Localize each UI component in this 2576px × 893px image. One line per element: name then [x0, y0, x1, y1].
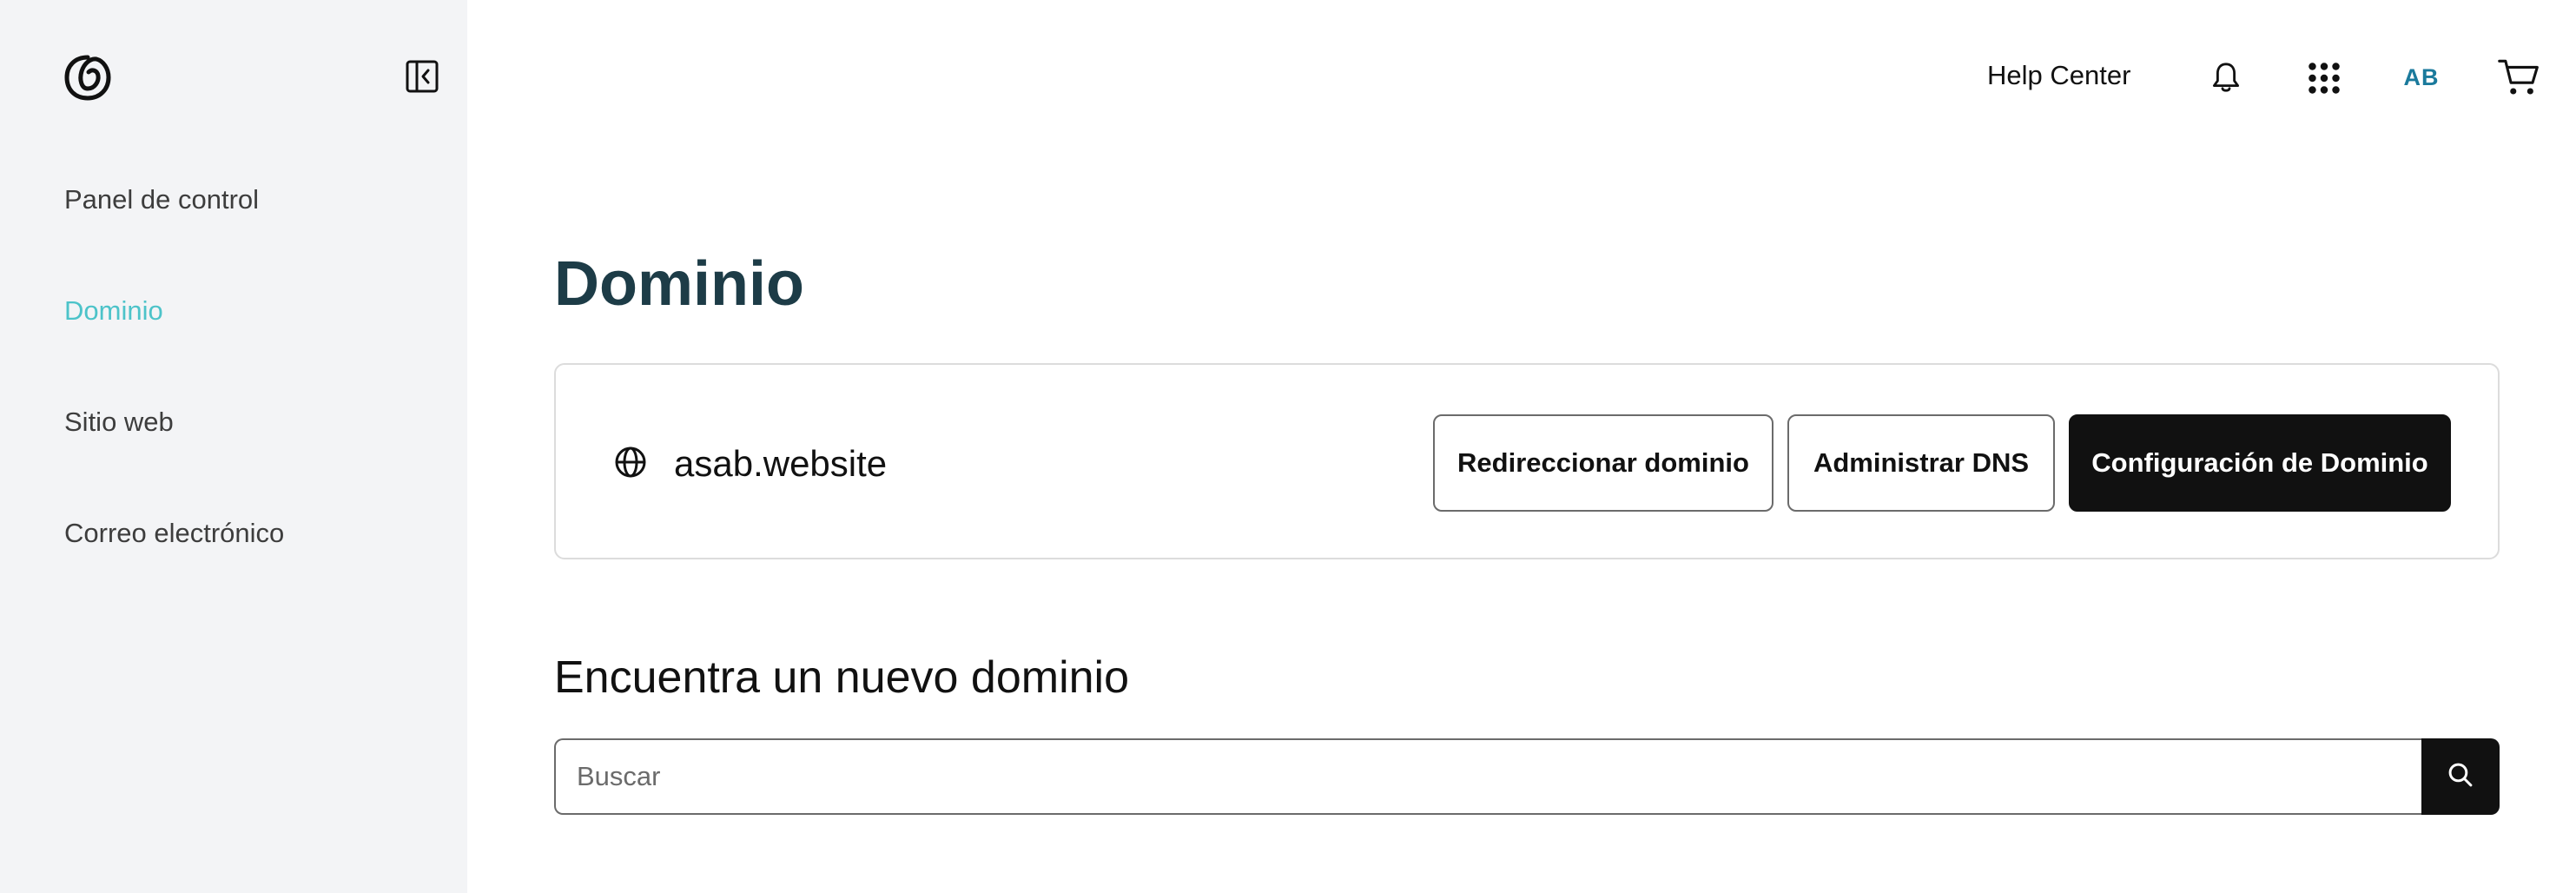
apps-grid-icon[interactable] — [2302, 56, 2347, 101]
find-domain-heading: Encuentra un nuevo dominio — [554, 652, 1130, 703]
godaddy-logo-icon[interactable] — [63, 52, 113, 103]
search-button[interactable] — [2421, 738, 2500, 815]
sidebar-item-correo-electronico[interactable]: Correo electrónico — [64, 516, 284, 551]
sidebar: Panel de control Dominio Sitio web Corre… — [0, 0, 467, 893]
redirect-domain-button[interactable]: Redireccionar dominio — [1433, 414, 1773, 512]
sidebar-item-sitio-web[interactable]: Sitio web — [64, 405, 174, 440]
avatar[interactable]: AB — [2397, 56, 2446, 99]
domain-name: asab.website — [674, 443, 888, 484]
cart-icon[interactable] — [2494, 54, 2543, 101]
collapse-sidebar-icon[interactable] — [405, 59, 439, 94]
sidebar-item-dominio[interactable]: Dominio — [64, 294, 163, 328]
help-center-link[interactable]: Help Center — [1987, 57, 2130, 94]
domain-search — [554, 738, 2500, 815]
manage-dns-button[interactable]: Administrar DNS — [1787, 414, 2055, 512]
page-title: Dominio — [554, 249, 804, 319]
globe-icon — [613, 445, 648, 480]
domain-card: asab.website Redireccionar dominio Admin… — [554, 363, 2500, 559]
search-input[interactable] — [554, 738, 2427, 815]
sidebar-item-panel-de-control[interactable]: Panel de control — [64, 182, 259, 217]
search-icon — [2446, 760, 2475, 794]
bell-icon[interactable] — [2204, 56, 2248, 99]
domain-settings-button[interactable]: Configuración de Dominio — [2069, 414, 2451, 512]
